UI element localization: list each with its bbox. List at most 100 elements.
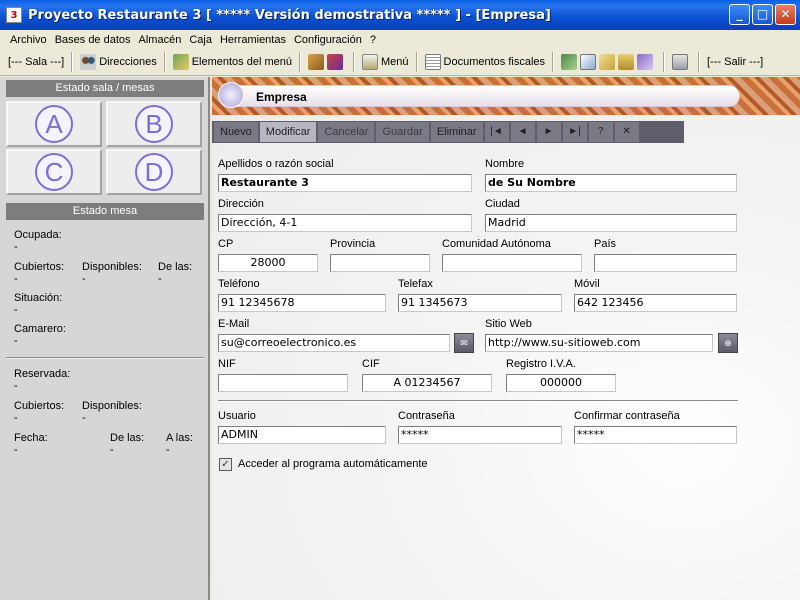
menu-button[interactable]: Menú <box>358 51 413 73</box>
registro-iva-label: Registro I.V.A. <box>506 358 576 370</box>
toolbar-separator <box>71 52 74 72</box>
sala-a-button[interactable]: A <box>6 101 102 147</box>
direcciones-button[interactable]: Direcciones <box>76 51 160 73</box>
open-web-icon[interactable]: ⊕ <box>718 333 738 353</box>
direccion-field[interactable]: Dirección, 4-1 <box>218 214 472 232</box>
notes-icon <box>599 54 616 70</box>
last-record-button[interactable]: ►| <box>562 122 587 142</box>
nombre-field[interactable]: de Su Nombre <box>485 174 737 192</box>
sala-d-button[interactable]: D <box>106 149 202 195</box>
print-button[interactable] <box>668 51 695 73</box>
reservada-value: - <box>14 380 18 392</box>
toolbar-separator <box>163 52 166 72</box>
contrasena-field[interactable]: ***** <box>398 426 562 444</box>
res-de-las-value: - <box>110 444 114 456</box>
cancelar-button[interactable]: Cancelar <box>318 122 375 142</box>
eliminar-button[interactable]: Eliminar <box>430 122 483 142</box>
elementos-menu-button[interactable]: Elementos del menú <box>169 51 296 73</box>
action-bar: Nuevo Modificar Cancelar Guardar Elimina… <box>212 121 684 143</box>
menu-configuracion[interactable]: Configuración <box>290 34 366 46</box>
comunidad-field[interactable] <box>442 254 582 272</box>
reservada-label: Reservada: <box>14 368 71 380</box>
app-icon: 3 <box>6 7 22 23</box>
telefax-label: Telefax <box>398 278 433 290</box>
extra-tools-group[interactable] <box>557 51 660 73</box>
help-button[interactable]: ? <box>588 122 613 142</box>
camarero-label: Camarero: <box>14 323 66 335</box>
cif-field[interactable]: A 01234567 <box>362 374 492 392</box>
cp-field[interactable]: 28000 <box>218 254 318 272</box>
menu-caja[interactable]: Caja <box>185 34 216 46</box>
cubiertos-label: Cubiertos: <box>14 261 65 273</box>
sitio-web-field[interactable]: http://www.su-sitioweb.com <box>485 334 713 352</box>
left-divider <box>6 357 204 359</box>
modificar-button[interactable]: Modificar <box>259 122 317 142</box>
telefono-label: Teléfono <box>218 278 260 290</box>
next-record-button[interactable]: ► <box>536 122 561 142</box>
tools-button-group[interactable] <box>304 51 350 73</box>
razon-social-field[interactable]: Restaurante 3 <box>218 174 472 192</box>
de-las-label: De las: <box>158 261 193 273</box>
people-icon <box>80 54 97 70</box>
nuevo-button[interactable]: Nuevo <box>214 122 258 142</box>
a-las-value: - <box>166 444 170 456</box>
documentos-fiscales-button[interactable]: Documentos fiscales <box>421 51 550 73</box>
pais-field[interactable] <box>594 254 737 272</box>
sala-button[interactable]: [--- Sala ---] <box>4 51 68 73</box>
send-email-icon[interactable]: ✉ <box>454 333 474 353</box>
provincia-label: Provincia <box>330 238 376 250</box>
ciudad-label: Ciudad <box>485 198 520 210</box>
direcciones-label: Direcciones <box>99 56 157 68</box>
telefono-field[interactable]: 91 12345678 <box>218 294 386 312</box>
left-panel: Estado sala / mesas A B C D Estado mesa … <box>0 77 210 600</box>
close-form-button[interactable]: ✕ <box>614 122 639 142</box>
first-record-button[interactable]: |◄ <box>484 122 509 142</box>
movil-field[interactable]: 642 123456 <box>574 294 737 312</box>
edit-icon <box>307 54 324 70</box>
registro-iva-field[interactable]: 000000 <box>506 374 616 392</box>
estado-mesa-header: Estado mesa <box>6 203 204 220</box>
comunidad-label: Comunidad Autónoma <box>442 238 551 250</box>
minimize-button[interactable]: _ <box>729 4 750 25</box>
acceder-label: Acceder al programa automáticamente <box>238 458 428 470</box>
res-disponibles-value: - <box>82 412 86 424</box>
menu-archivo[interactable]: Archivo <box>6 34 51 46</box>
email-label: E-Mail <box>218 318 250 330</box>
toolbar-separator <box>552 52 555 72</box>
maximize-button[interactable]: □ <box>752 4 773 25</box>
telefax-field[interactable]: 91 1345673 <box>398 294 562 312</box>
prev-record-button[interactable]: ◄ <box>510 122 535 142</box>
form-area: Empresa Nuevo Modificar Cancelar Guardar… <box>212 77 800 600</box>
movil-label: Móvil <box>574 278 600 290</box>
menu-herramientas[interactable]: Herramientas <box>216 34 290 46</box>
sala-c-button[interactable]: C <box>6 149 102 195</box>
usuario-field[interactable]: ADMIN <box>218 426 386 444</box>
email-field[interactable]: su@correoelectronico.es <box>218 334 450 352</box>
menu-help[interactable]: ? <box>366 34 380 46</box>
salir-button[interactable]: [--- Salir ---] <box>703 51 767 73</box>
guardar-button[interactable]: Guardar <box>376 122 429 142</box>
fecha-label: Fecha: <box>14 432 48 444</box>
close-button[interactable]: ✕ <box>775 4 796 25</box>
pais-label: País <box>594 238 617 250</box>
sala-a-label: A <box>35 105 73 143</box>
estado-sala-header: Estado sala / mesas <box>6 80 204 97</box>
acceder-checkbox[interactable]: ✓ <box>219 458 232 471</box>
food-icon <box>172 54 189 70</box>
sala-b-button[interactable]: B <box>106 101 202 147</box>
title-bar[interactable]: 3 Proyecto Restaurante 3 [ ***** Versión… <box>0 0 800 30</box>
ocupada-value: - <box>14 241 18 253</box>
pen-icon <box>637 54 654 70</box>
menu-bases-de-datos[interactable]: Bases de datos <box>51 34 135 46</box>
network-icon <box>561 54 578 70</box>
nif-field[interactable] <box>218 374 348 392</box>
menu-almacen[interactable]: Almacén <box>135 34 186 46</box>
a-las-label: A las: <box>166 432 193 444</box>
confirmar-field[interactable]: ***** <box>574 426 737 444</box>
disponibles-label: Disponibles: <box>82 261 142 273</box>
elementos-menu-label: Elementos del menú <box>191 56 292 68</box>
sala-d-label: D <box>135 153 173 191</box>
ciudad-field[interactable]: Madrid <box>485 214 737 232</box>
printer-icon <box>672 54 689 70</box>
provincia-field[interactable] <box>330 254 430 272</box>
